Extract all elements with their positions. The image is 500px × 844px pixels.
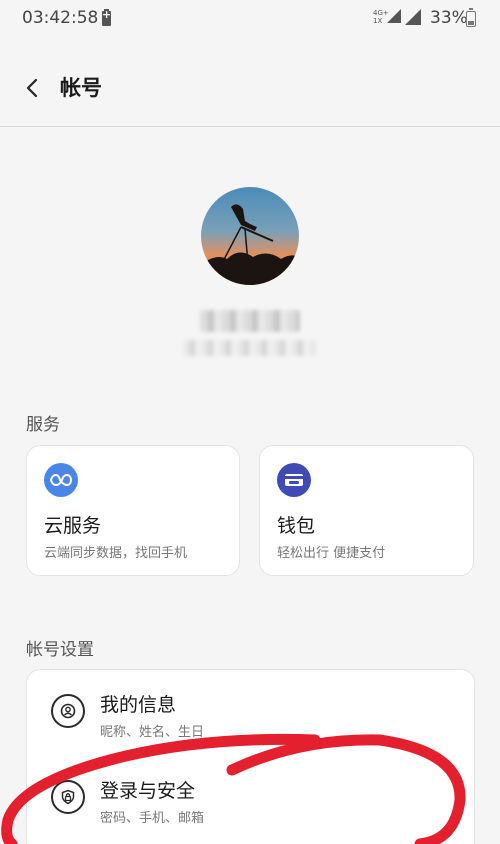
cloud-service-card[interactable]: 云服务 云端同步数据，找回手机 <box>26 445 240 576</box>
my-info-item[interactable]: 我的信息 昵称、姓名、生日 <box>27 670 476 756</box>
wallet-glyph <box>285 474 303 486</box>
charging-battery-icon <box>102 8 111 26</box>
login-security-item[interactable]: 登录与安全 密码、手机、邮箱 <box>27 756 476 842</box>
account-screen: 03:42:58 4G+ 1X 33% 帐号 <box>0 0 500 844</box>
profile-name-redacted <box>200 310 300 332</box>
wallet-icon <box>277 463 311 497</box>
settings-item-label: 我的信息 <box>100 694 177 716</box>
services-section-title: 服务 <box>26 415 60 435</box>
signal-icon <box>405 9 421 25</box>
signal-icon <box>387 9 401 23</box>
settings-item-description: 昵称、姓名、生日 <box>100 725 205 740</box>
account-settings-card: 我的信息 昵称、姓名、生日 登录与安全 密码、手机、邮箱 <box>26 669 475 844</box>
card-description: 轻松出行 便捷支付 <box>277 546 386 561</box>
back-button[interactable] <box>14 70 50 106</box>
shield-lock-glyph <box>61 789 75 805</box>
person-icon <box>51 694 85 728</box>
battery-percent: 33% <box>430 8 468 28</box>
person-glyph <box>60 703 76 719</box>
infinity-glyph <box>50 473 72 487</box>
wallet-card[interactable]: 钱包 轻松出行 便捷支付 <box>259 445 474 576</box>
card-description: 云端同步数据，找回手机 <box>44 546 188 561</box>
card-title: 云服务 <box>44 515 102 537</box>
chevron-left-icon <box>26 78 38 98</box>
header-divider <box>0 126 500 127</box>
settings-item-label: 登录与安全 <box>100 780 196 802</box>
battery-level-fill <box>468 21 474 25</box>
network-type-bottom: 1X <box>373 17 383 25</box>
shield-lock-icon <box>51 780 85 814</box>
profile-id-redacted <box>184 340 316 356</box>
avatar-image <box>201 187 299 285</box>
account-settings-section-title: 帐号设置 <box>26 640 94 660</box>
status-time: 03:42:58 <box>22 8 99 28</box>
avatar[interactable] <box>201 187 299 285</box>
card-title: 钱包 <box>277 515 316 537</box>
cloud-infinity-icon <box>44 463 78 497</box>
battery-icon <box>466 8 476 27</box>
header: 帐号 <box>0 38 500 126</box>
status-bar: 03:42:58 4G+ 1X 33% <box>0 0 500 38</box>
page-title: 帐号 <box>60 76 102 100</box>
settings-item-description: 密码、手机、邮箱 <box>100 811 205 826</box>
